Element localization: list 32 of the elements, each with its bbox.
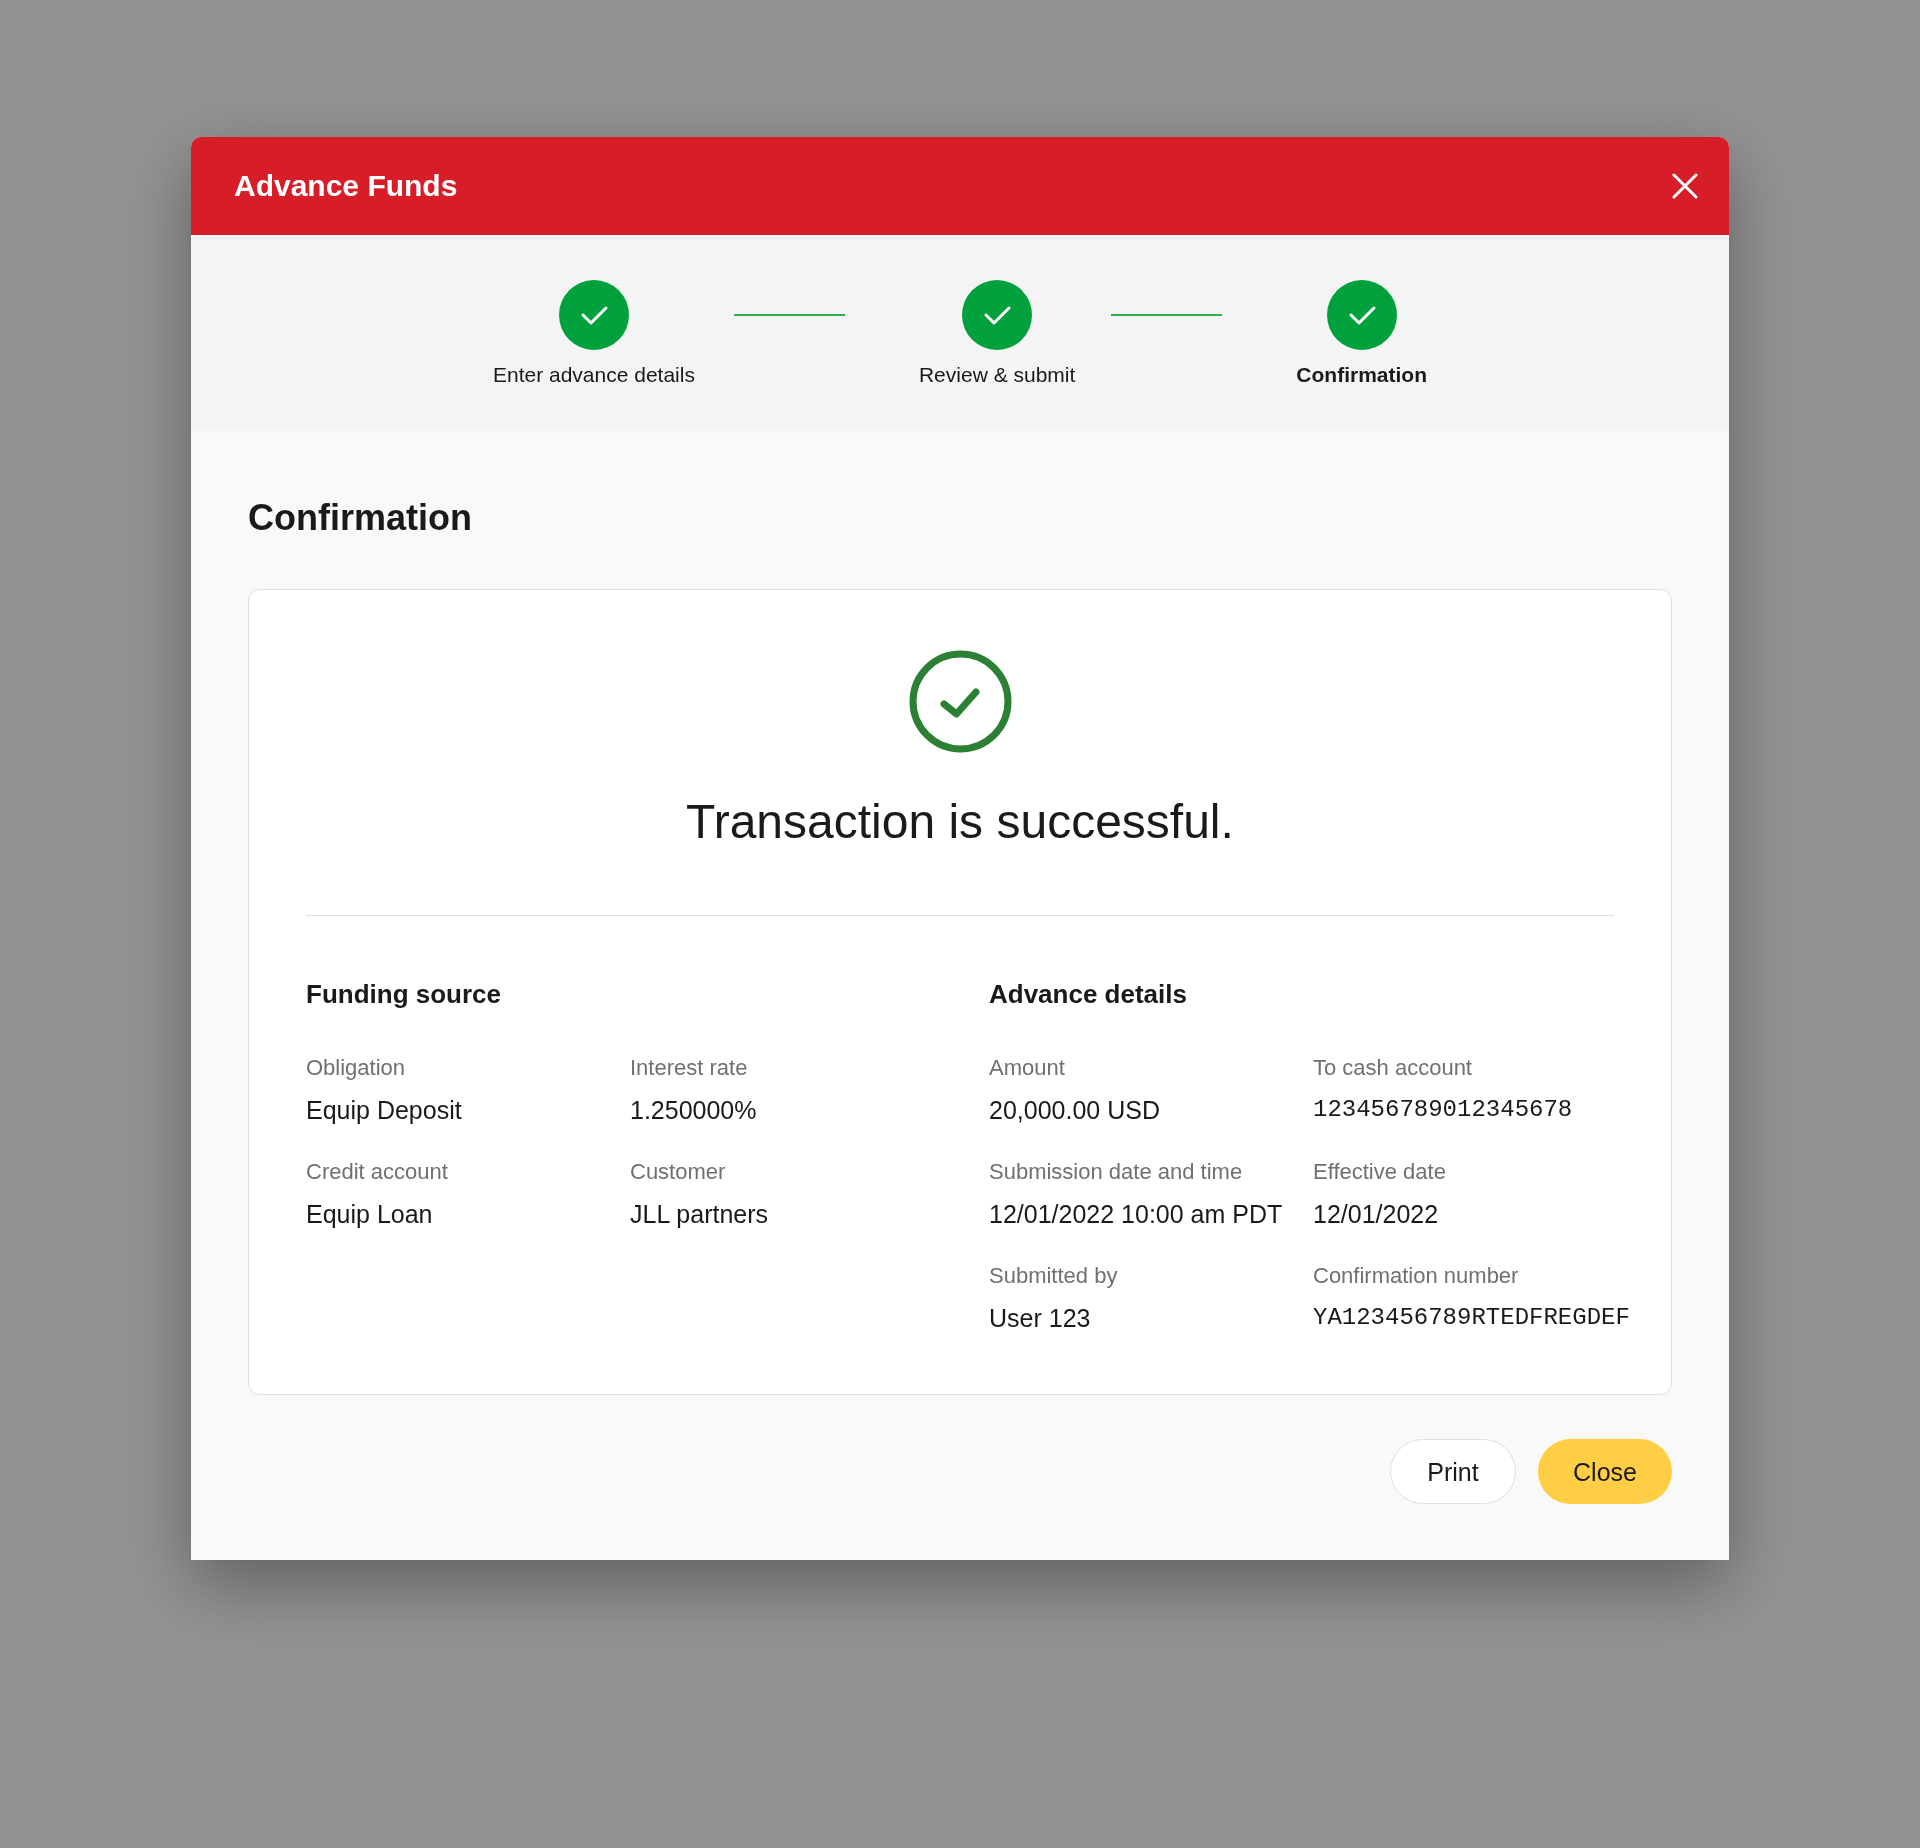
field-value: 12/01/2022 xyxy=(1313,1199,1439,1230)
success-message: Transaction is successful. xyxy=(685,794,1235,850)
field-value: User 123 xyxy=(989,1303,1091,1334)
field-label: Credit account xyxy=(306,1158,448,1186)
page-heading: Confirmation xyxy=(248,496,473,540)
field-label: Effective date xyxy=(1313,1158,1446,1186)
field-label: Confirmation number xyxy=(1313,1262,1519,1290)
field-label: Customer xyxy=(630,1158,726,1186)
field-label: Submission date and time xyxy=(989,1158,1243,1186)
step-label: Review & submit xyxy=(918,362,1076,388)
print-button[interactable]: Print xyxy=(1390,1439,1516,1504)
field-value: 1.250000% xyxy=(630,1095,757,1126)
field-label: Amount xyxy=(989,1054,1065,1082)
field-label: Submitted by xyxy=(989,1262,1118,1290)
section-heading: Advance details xyxy=(989,978,1188,1011)
field-value: 123456789012345678 xyxy=(1313,1095,1573,1125)
field-value: YA123456789RTEDFREGDEF xyxy=(1313,1303,1630,1333)
field-label: To cash account xyxy=(1313,1054,1472,1082)
field-value: Equip Loan xyxy=(306,1199,433,1230)
success-check-icon xyxy=(908,650,1012,753)
section-heading: Funding source xyxy=(306,978,502,1011)
dialog-title: Advance Funds xyxy=(234,168,458,204)
close-icon xyxy=(1672,173,1698,199)
field-label: Interest rate xyxy=(630,1054,748,1082)
field-label: Obligation xyxy=(306,1054,406,1082)
field-value: 20,000.00 USD xyxy=(989,1095,1160,1126)
field-value: 12/01/2022 10:00 am PDT xyxy=(989,1199,1283,1230)
close-dialog-button[interactable]: Close xyxy=(1538,1439,1672,1504)
field-value: JLL partners xyxy=(630,1199,769,1230)
field-value: Equip Deposit xyxy=(306,1095,462,1126)
step-label: Confirmation xyxy=(1296,362,1427,388)
step-label: Enter advance details xyxy=(493,362,695,388)
